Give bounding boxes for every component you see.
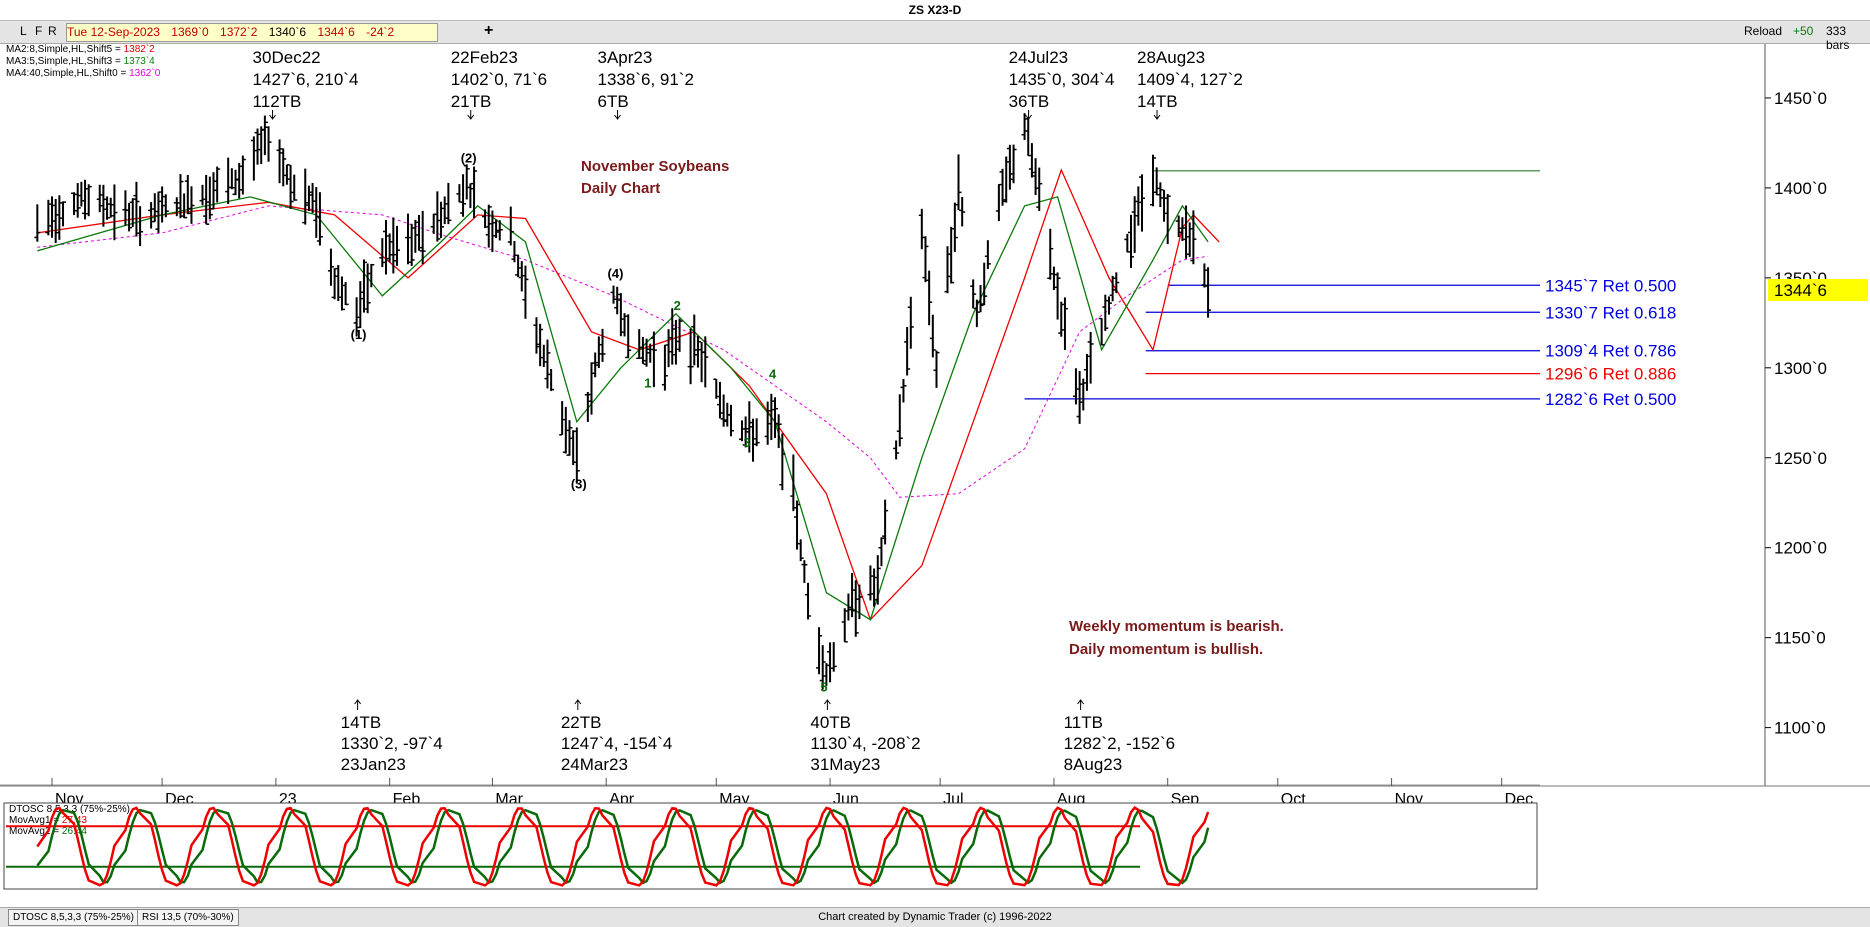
top-annotation-line: 22Feb23 — [451, 48, 518, 67]
bar-change: -24`2 — [366, 25, 395, 39]
bottom-annotation-line: 1130`4, -208`2 — [810, 734, 920, 753]
bottom-annotation-line: 22TB — [561, 713, 602, 732]
top-annotation-line: 1409`4, 127`2 — [1137, 70, 1243, 89]
wave-label: (4) — [608, 266, 624, 281]
wave-label: (1) — [351, 327, 367, 342]
top-annotation-line: 24Jul23 — [1009, 48, 1069, 67]
momentum-note-weekly: Weekly momentum is bearish. — [1069, 618, 1284, 635]
bottom-annotation-line: 14TB — [341, 713, 382, 732]
credit-text: Chart created by Dynamic Trader (c) 1996… — [818, 911, 1052, 923]
chart-title-line1: November Soybeans — [581, 158, 729, 175]
y-tick-label: 1150`0 — [1774, 629, 1826, 648]
top-annotation-line: 36TB — [1009, 92, 1050, 111]
top-annotation-line: 3Apr23 — [598, 48, 653, 67]
bar-close: 1344`6 — [317, 25, 355, 39]
wave-label: 4 — [769, 367, 777, 382]
top-annotation-line: 1402`0, 71`6 — [451, 70, 547, 89]
retracement-label: 1330`7 Ret 0.618 — [1545, 303, 1676, 322]
retracement-label: 1282`6 Ret 0.500 — [1545, 390, 1676, 409]
momentum-note-daily: Daily momentum is bullish. — [1069, 641, 1263, 658]
retracement-label: 1309`4 Ret 0.786 — [1545, 342, 1676, 361]
retracement-label: 1345`7 Ret 0.500 — [1545, 276, 1676, 295]
bar-high: 1372`2 — [220, 25, 258, 39]
wave-label: (3) — [571, 476, 587, 491]
ma4-legend: MA4:40,Simple,HL,Shift0 = 1362`0 — [6, 67, 161, 79]
bottom-annotation-line: 31May23 — [810, 755, 880, 774]
y-tick-label: 1400`0 — [1774, 179, 1827, 198]
bar-low: 1340`6 — [268, 25, 307, 39]
y-tick-label: 1450`0 — [1774, 89, 1827, 108]
status-bar: DTOSC 8,5,3,3 (75%-25%) RSI 13,5 (70%-30… — [0, 907, 1870, 927]
ma3-legend: MA3:5,Simple,HL,Shift3 = 1373`4 — [6, 55, 155, 67]
add-button[interactable]: + — [484, 22, 493, 40]
f-button[interactable]: F — [35, 24, 42, 38]
top-annotation-line: 14TB — [1137, 92, 1178, 111]
top-annotation-line: 1338`6, 91`2 — [598, 70, 694, 89]
bottom-annotation-line: 40TB — [810, 713, 851, 732]
wave-label: 3 — [743, 435, 750, 450]
bar-open: 1369`0 — [171, 25, 209, 39]
top-annotation-line: 1435`0, 304`4 — [1009, 70, 1115, 89]
top-annotation-line: 30Dec22 — [253, 48, 321, 67]
top-annotation-line: 28Aug23 — [1137, 48, 1205, 67]
y-tick-label: 1250`0 — [1774, 449, 1827, 468]
bottom-annotation-line: 11TB — [1064, 713, 1103, 732]
ma2-legend: MA2:8,Simple,HL,Shift5 = 1382`2 — [6, 44, 155, 55]
r-button[interactable]: R — [48, 24, 57, 38]
toolbar: L F R Tue 12-Sep-2023 1369`0 1372`2 1340… — [0, 21, 1870, 52]
bar-date: Tue 12-Sep-2023 — [67, 25, 160, 39]
bottom-annotation-line: 1330`2, -97`4 — [341, 734, 443, 753]
retracement-label: 1296`6 Ret 0.886 — [1545, 365, 1676, 384]
top-annotation-line: 21TB — [451, 92, 492, 111]
wave-label: (2) — [461, 151, 477, 166]
bottom-annotation-line: 1282`2, -152`6 — [1064, 734, 1176, 753]
wave-label: 1 — [644, 376, 651, 391]
wave-label: 5 — [820, 680, 827, 695]
plus50-button[interactable]: +50 — [1793, 24, 1813, 38]
wave-label: 2 — [674, 298, 681, 313]
current-price-label: 1344`6 — [1774, 281, 1827, 300]
y-tick-label: 1300`0 — [1774, 359, 1827, 378]
bottom-annotation-line: 1247`4, -154`4 — [561, 734, 673, 753]
ohlc-readout: Tue 12-Sep-2023 1369`0 1372`2 1340`6 134… — [66, 23, 438, 42]
bottom-annotation-line: 8Aug23 — [1064, 755, 1123, 774]
reload-button[interactable]: Reload — [1744, 24, 1782, 38]
dtosc-title: DTOSC 8,5,3,3 (75%-25%) — [9, 804, 130, 815]
bottom-annotation-line: 23Jan23 — [341, 755, 406, 774]
y-axis: 1450`01400`01350`01300`01250`01200`01150… — [1765, 89, 1827, 738]
top-annotation-line: 112TB — [253, 92, 302, 111]
price-panel — [0, 44, 1765, 786]
price-chart[interactable]: MA2:8,Simple,HL,Shift5 = 1382`2 MA3:5,Si… — [0, 44, 1870, 906]
top-annotation-line: 6TB — [598, 92, 629, 111]
l-button[interactable]: L — [20, 24, 27, 38]
bottom-annotation-line: 24Mar23 — [561, 755, 628, 774]
top-annotation-line: 1427`6, 210`4 — [253, 70, 359, 89]
window-title: ZS X23-D — [0, 0, 1870, 21]
chart-title-line2: Daily Chart — [581, 180, 660, 197]
y-tick-label: 1100`0 — [1774, 719, 1826, 738]
y-tick-label: 1200`0 — [1774, 539, 1827, 558]
